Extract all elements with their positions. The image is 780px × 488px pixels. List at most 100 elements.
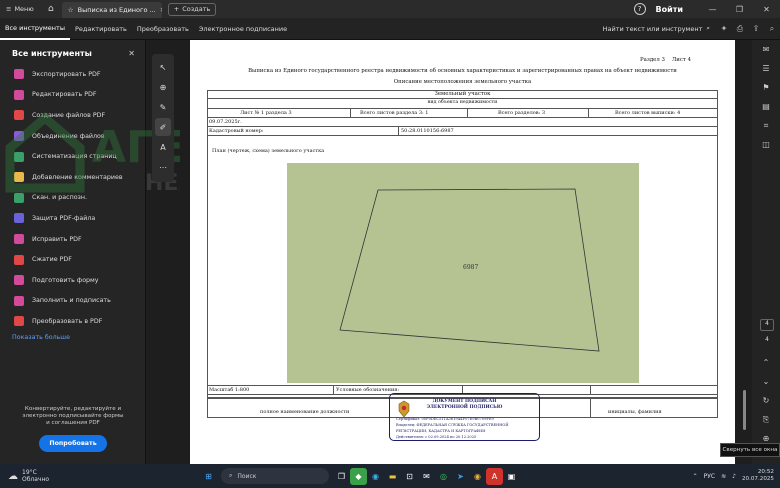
- name-caption: инициалы, фамилия: [608, 409, 662, 415]
- sidebar-tool-item[interactable]: Исправить PDF: [0, 229, 145, 250]
- windows-start-icon[interactable]: ⊞: [200, 468, 217, 485]
- tool-icon: [14, 275, 24, 286]
- plan-label: План (чертеж, схема) земельного участка: [212, 148, 325, 154]
- stamp-validity: Действителен: с 02.09.2024 по 20.12.2025: [396, 435, 477, 439]
- current-page-field[interactable]: 4: [760, 319, 774, 331]
- sidebar-tool-item[interactable]: Преобразовать в PDF: [0, 311, 145, 332]
- app-green-icon[interactable]: ◆: [350, 467, 367, 485]
- thumbnails-icon[interactable]: ▤: [752, 97, 780, 116]
- save-icon[interactable]: ⎘: [752, 410, 780, 429]
- language-indicator[interactable]: РУС: [704, 473, 715, 480]
- try-button[interactable]: Попробовать: [39, 435, 107, 452]
- chrome-icon[interactable]: ◉: [469, 468, 486, 485]
- menu-edit[interactable]: Редактировать: [70, 18, 132, 40]
- legend-label: Условные обозначения:: [336, 387, 400, 393]
- land-plot-drawing: 6987: [287, 163, 639, 383]
- sidebar-tool-item[interactable]: Скан. и распозн.: [0, 188, 145, 209]
- close-window-icon[interactable]: ✕: [753, 5, 780, 14]
- select-cursor-icon[interactable]: ↖: [155, 58, 171, 76]
- whatsapp-icon[interactable]: ◎: [435, 468, 452, 485]
- sheets-in-section: Всего листов раздела 3: 1: [360, 110, 429, 116]
- sidebar-tool-item[interactable]: Добавление комментариев: [0, 167, 145, 188]
- menu-all-tools[interactable]: Все инструменты: [0, 18, 70, 40]
- maximize-icon[interactable]: ❐: [726, 5, 753, 14]
- plus-icon: +: [173, 5, 180, 13]
- ai-chat-icon[interactable]: ✉: [752, 40, 780, 59]
- share-icon[interactable]: ⇪: [748, 24, 764, 33]
- file-explorer-icon[interactable]: ▬: [384, 468, 401, 485]
- promo-block: Конвертируйте, редактируйте и электронно…: [0, 406, 146, 452]
- taskbar-search[interactable]: ⌕ Поиск: [221, 468, 329, 484]
- task-view-icon[interactable]: ❐: [333, 468, 350, 485]
- system-tray: ⌃ РУС ≋ ♪ 20:52 20.07.2025: [693, 469, 780, 483]
- more-tools-icon[interactable]: ⋯: [155, 158, 171, 176]
- clock[interactable]: 20:52 20.07.2025: [742, 469, 774, 483]
- hamburger-icon: ≡: [6, 5, 12, 13]
- new-tab-button[interactable]: + Создать: [167, 2, 217, 16]
- pdf-page: Раздел 3 Лист 4 Выписка из Единого госуд…: [190, 40, 735, 464]
- zoom-icon[interactable]: ⊕: [155, 78, 171, 96]
- cloud-icon: ☁: [8, 470, 18, 482]
- acrobat-icon[interactable]: A: [486, 467, 503, 485]
- promo-text: Конвертируйте, редактируйте и электронно…: [22, 406, 124, 426]
- close-sidebar-icon[interactable]: ✕: [128, 49, 135, 58]
- comment-icon[interactable]: ☰: [752, 59, 780, 78]
- tools-sidebar: Все инструменты ✕ Экспортировать PDF Реда…: [0, 40, 146, 464]
- bookmark-icon[interactable]: ⚑: [752, 78, 780, 97]
- tool-label: Защита PDF-файла: [32, 214, 96, 222]
- tool-icon: [14, 151, 24, 162]
- minimize-icon[interactable]: —: [699, 5, 726, 14]
- wifi-icon[interactable]: ≋: [721, 473, 726, 480]
- sidebar-tool-item[interactable]: Создание файлов PDF: [0, 105, 145, 126]
- login-button[interactable]: Войти: [656, 5, 683, 14]
- menu-convert[interactable]: Преобразовать: [132, 18, 194, 40]
- sidebar-tool-item[interactable]: Сжатие PDF: [0, 249, 145, 270]
- edge-browser-icon[interactable]: ◉: [367, 468, 384, 485]
- search-doc-icon[interactable]: ⌕: [764, 24, 780, 34]
- position-caption: полное наименование должности: [260, 409, 350, 415]
- weather-widget[interactable]: ☁ 19°C Облачно: [0, 469, 200, 483]
- app-icon[interactable]: ▣: [503, 468, 520, 485]
- attachments-icon[interactable]: ⌗: [752, 116, 780, 135]
- layers-icon[interactable]: ◫: [752, 135, 780, 154]
- mail-icon[interactable]: ✉: [418, 468, 435, 485]
- help-icon[interactable]: ?: [633, 3, 646, 15]
- sections-total: Всего разделов: 3: [498, 110, 546, 116]
- sidebar-tool-item[interactable]: Заполнить и подписать: [0, 291, 145, 312]
- page-down-icon[interactable]: ⌄: [752, 372, 780, 391]
- weather-condition: Облачно: [22, 476, 50, 483]
- telegram-icon[interactable]: ➤: [452, 468, 469, 485]
- page-up-icon[interactable]: ⌃: [752, 353, 780, 372]
- print-icon[interactable]: ⎙: [732, 24, 748, 34]
- sidebar-tool-item[interactable]: Экспортировать PDF: [0, 64, 145, 85]
- clock-date: 20.07.2025: [741, 476, 774, 482]
- vertical-scrollbar[interactable]: [741, 40, 749, 464]
- ai-assistant-icon[interactable]: ✦: [716, 24, 732, 33]
- e-signature-stamp: ДОКУМЕНТ ПОДПИСАН ЭЛЕКТРОННОЙ ПОДПИСЬЮ С…: [389, 393, 540, 441]
- sidebar-tool-item[interactable]: Систематизация страниц: [0, 146, 145, 167]
- refresh-icon[interactable]: ↻: [752, 391, 780, 410]
- find-tool-search[interactable]: Найти текст или инструмент ⌕: [603, 24, 710, 33]
- document-tab[interactable]: ☆ Выписка из Единого ... ✕: [61, 2, 162, 18]
- pen-icon[interactable]: ✎: [155, 98, 171, 116]
- star-icon[interactable]: ☆: [68, 6, 74, 14]
- home-icon[interactable]: ⌂: [40, 0, 62, 18]
- sidebar-tool-item[interactable]: Подготовить форму: [0, 270, 145, 291]
- scroll-thumb[interactable]: [743, 390, 746, 430]
- menu-button[interactable]: ≡ Меню: [0, 0, 40, 18]
- tool-icon: [14, 316, 24, 327]
- menu-esign[interactable]: Электронное подписание: [194, 18, 292, 40]
- title-bar: ≡ Меню ⌂ ☆ Выписка из Единого ... ✕ + Со…: [0, 0, 780, 18]
- tool-label: Систематизация страниц: [32, 153, 117, 161]
- sidebar-tool-item[interactable]: Редактировать PDF: [0, 85, 145, 106]
- volume-icon[interactable]: ♪: [732, 473, 736, 480]
- text-select-icon[interactable]: A: [155, 138, 171, 156]
- tray-chevron-icon[interactable]: ⌃: [693, 473, 698, 480]
- sidebar-tool-item[interactable]: Защита PDF-файла: [0, 208, 145, 229]
- show-more-link[interactable]: Показать больше: [0, 334, 145, 341]
- sidebar-tool-item[interactable]: Объединение файлов: [0, 126, 145, 147]
- tool-label: Исправить PDF: [32, 235, 82, 243]
- close-tab-icon[interactable]: ✕: [160, 6, 162, 14]
- store-icon[interactable]: ⊡: [401, 468, 418, 485]
- draw-icon[interactable]: ✐: [155, 118, 171, 136]
